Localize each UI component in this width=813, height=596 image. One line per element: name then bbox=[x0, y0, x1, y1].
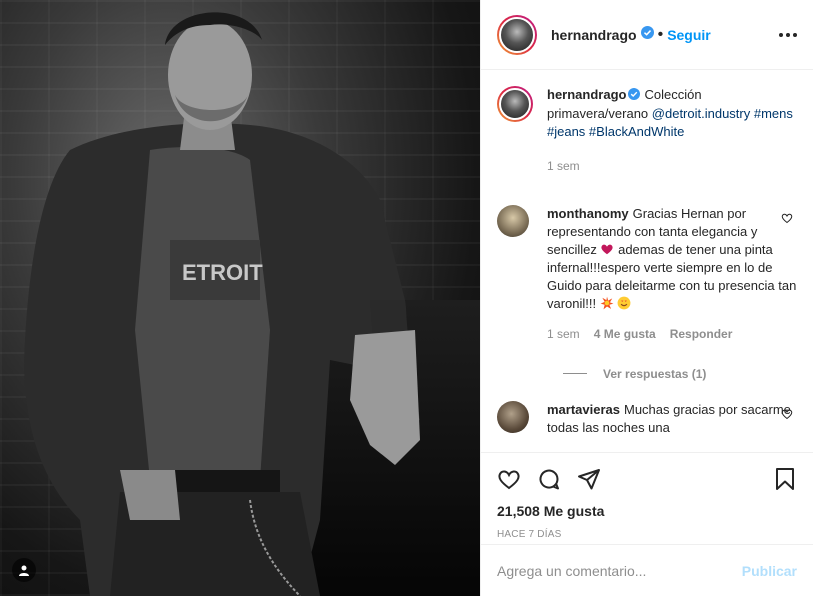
publish-button[interactable]: Publicar bbox=[742, 563, 797, 579]
commenter-username[interactable]: monthanomy bbox=[547, 206, 629, 221]
man-in-jacket-figure: ETROIT bbox=[24, 12, 420, 596]
add-comment-input[interactable]: Agrega un comentario... bbox=[497, 563, 646, 579]
add-comment-bar: Agrega un comentario... Publicar bbox=[481, 544, 813, 596]
reply-button[interactable]: Responder bbox=[670, 325, 733, 343]
post-photo[interactable]: ETROIT bbox=[0, 0, 480, 596]
comment-icon[interactable] bbox=[537, 467, 561, 496]
user-tag-icon[interactable] bbox=[12, 558, 36, 582]
posted-time[interactable]: HACE 7 DÍAS bbox=[497, 529, 797, 540]
bookmark-icon[interactable] bbox=[773, 467, 797, 496]
collision-emoji-icon bbox=[600, 296, 614, 310]
share-icon[interactable] bbox=[577, 467, 601, 496]
heart-emoji-icon bbox=[600, 242, 614, 256]
commenter-avatar[interactable] bbox=[497, 400, 529, 433]
caption-avatar[interactable] bbox=[497, 86, 533, 122]
caption: hernandrago Colección primavera/verano @d… bbox=[497, 86, 797, 175]
comment-like-heart-icon[interactable] bbox=[781, 211, 793, 229]
author-username[interactable]: hernandrago bbox=[551, 27, 637, 43]
post-dialog: ETROIT hernandrago • Seguir hernandrago … bbox=[0, 0, 813, 596]
post-actions: 21,508 Me gusta HACE 7 DÍAS bbox=[481, 452, 813, 540]
caption-mention-link[interactable]: @detroit.industry bbox=[652, 106, 750, 121]
verified-badge-icon bbox=[628, 87, 641, 105]
replies-divider-line bbox=[563, 373, 587, 375]
commenter-username[interactable]: martavieras bbox=[547, 402, 620, 417]
view-replies-button[interactable]: Ver respuestas (1) bbox=[563, 367, 797, 381]
caption-time[interactable]: 1 sem bbox=[547, 157, 580, 175]
comment-time[interactable]: 1 sem bbox=[547, 325, 580, 343]
heart-icon[interactable] bbox=[497, 467, 521, 496]
more-options-icon[interactable] bbox=[779, 32, 797, 37]
comment: monthanomy Gracias Hernan por representan… bbox=[497, 204, 797, 343]
comment: martavieras Muchas gracias por sacarme to… bbox=[497, 400, 797, 437]
post-header: hernandrago • Seguir bbox=[481, 0, 813, 70]
verified-badge-icon bbox=[640, 25, 654, 44]
comment-likes[interactable]: 4 Me gusta bbox=[594, 325, 656, 343]
comment-like-heart-icon[interactable] bbox=[781, 407, 793, 425]
separator-dot: • bbox=[657, 25, 664, 43]
commenter-avatar[interactable] bbox=[497, 204, 529, 237]
follow-button[interactable]: Seguir bbox=[667, 27, 711, 43]
view-replies-label: Ver respuestas (1) bbox=[603, 366, 707, 381]
likes-count[interactable]: 21,508 Me gusta bbox=[497, 503, 797, 519]
caption-username[interactable]: hernandrago bbox=[547, 87, 626, 102]
post-sidebar: hernandrago • Seguir hernandrago Colecció… bbox=[480, 0, 813, 596]
comments-list[interactable]: hernandrago Colección primavera/verano @d… bbox=[481, 70, 813, 452]
author-avatar[interactable] bbox=[497, 14, 537, 55]
shirt-print-art: ETROIT bbox=[182, 260, 263, 285]
heart-eyes-emoji-icon bbox=[617, 296, 631, 310]
